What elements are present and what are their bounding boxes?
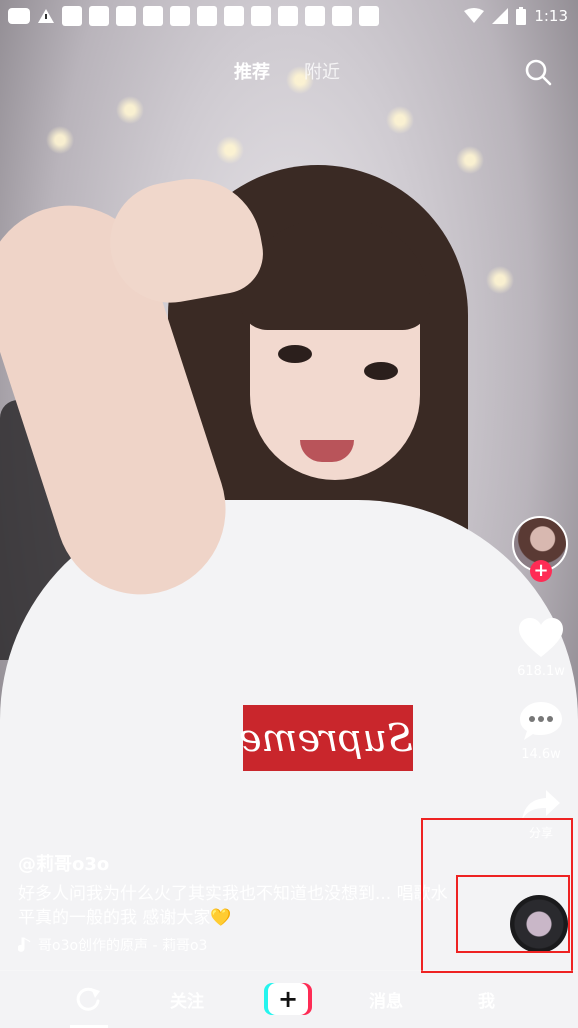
notification-icon [359, 6, 379, 26]
notification-icon [116, 6, 136, 26]
music-note-icon [18, 937, 31, 952]
wifi-icon [464, 8, 485, 23]
nav-follow[interactable]: 关注 [170, 987, 204, 1012]
notification-icon [332, 6, 352, 26]
author-name[interactable]: @莉哥o3o [18, 850, 109, 876]
status-bar: 1:13 [0, 0, 578, 32]
message-notification-icon [8, 8, 30, 24]
notification-icon [224, 6, 244, 26]
person-eye [364, 362, 398, 380]
person-eye [278, 345, 312, 363]
video-feed-screen[interactable]: Supreme 1:13 推荐 附近 + 618.1w 14.6w 分享 @莉哥… [0, 0, 578, 1028]
notification-icon [197, 6, 217, 26]
video-description: 好多人问我为什么火了其实我也不知道也没想到... 唱歌水平真的一般的我 感谢大家… [18, 884, 448, 928]
notification-icon [305, 6, 325, 26]
feed-tabs: 推荐 附近 [0, 58, 578, 86]
tab-recommended[interactable]: 推荐 [234, 58, 270, 84]
follow-plus-button[interactable]: + [530, 560, 552, 582]
shirt-logo: Supreme [239, 705, 413, 771]
notification-icon [251, 6, 271, 26]
create-video-button[interactable]: + [268, 983, 308, 1015]
comment-icon[interactable] [518, 700, 564, 742]
signal-icon [492, 8, 509, 24]
like-count: 618.1w [517, 664, 565, 679]
clock: 1:13 [534, 7, 568, 25]
music-title: 哥o3o创作的原声 - 莉哥o3 [38, 938, 208, 954]
notification-icon [170, 6, 190, 26]
notification-icon [278, 6, 298, 26]
search-icon[interactable] [524, 58, 552, 86]
bottom-nav: 关注 + 消息 我 [0, 970, 578, 1028]
notification-icon [89, 6, 109, 26]
share-icon[interactable] [520, 788, 562, 822]
battery-icon [516, 7, 527, 25]
tab-nearby[interactable]: 附近 [304, 58, 340, 84]
highlight-box-inner [456, 875, 570, 953]
warning-icon [38, 9, 54, 23]
notification-icon [143, 6, 163, 26]
nav-messages[interactable]: 消息 [369, 987, 403, 1012]
heart-icon[interactable] [518, 617, 564, 659]
refresh-icon[interactable] [74, 985, 102, 1013]
music-info[interactable]: 哥o3o创作的原声 - 莉哥o3 [18, 935, 207, 955]
comment-count: 14.6w [521, 747, 561, 762]
nav-me[interactable]: 我 [478, 987, 495, 1012]
notification-icon [62, 6, 82, 26]
